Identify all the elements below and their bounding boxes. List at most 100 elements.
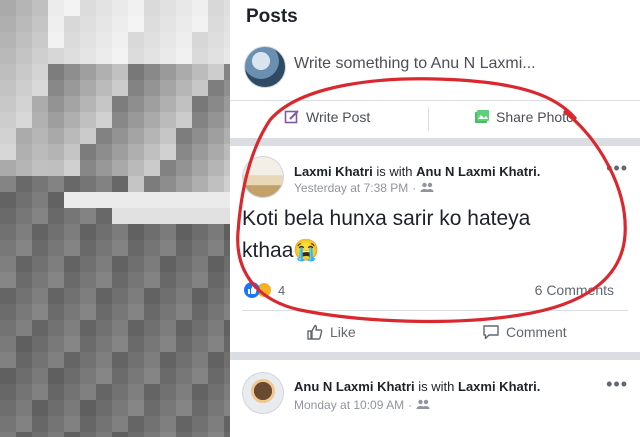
more-options-icon[interactable]: ••• (606, 374, 628, 395)
mosaic-tile (0, 208, 16, 224)
mosaic-tile (128, 16, 144, 32)
mosaic-tile (208, 432, 224, 437)
mosaic-tile (64, 208, 80, 224)
mosaic-tile (112, 80, 128, 96)
avatar[interactable] (242, 156, 284, 198)
mosaic-tile (80, 0, 96, 16)
mosaic-tile (96, 176, 112, 192)
mosaic-tile (32, 160, 48, 176)
mosaic-tile (0, 432, 16, 437)
post-composer[interactable]: Write something to Anu N Laxmi... (240, 42, 635, 92)
mosaic-tile (80, 368, 96, 384)
mosaic-tile (80, 128, 96, 144)
section-divider (230, 352, 640, 360)
mosaic-tile (128, 400, 144, 416)
write-post-button[interactable]: Write Post (284, 109, 370, 125)
share-photo-label: Share Photo (496, 109, 574, 125)
mosaic-tile (96, 240, 112, 256)
mosaic-tile (64, 416, 80, 432)
comments-count[interactable]: 6 Comments (535, 282, 614, 298)
mosaic-tile (16, 320, 32, 336)
mosaic-tile (32, 432, 48, 437)
mosaic-tile (128, 320, 144, 336)
mosaic-tile (80, 288, 96, 304)
mosaic-tile (144, 64, 160, 80)
mosaic-tile (80, 208, 96, 224)
mosaic-tile (208, 320, 224, 336)
like-button[interactable]: Like (306, 323, 356, 341)
mosaic-tile (48, 0, 64, 16)
mosaic-tile (112, 272, 128, 288)
mosaic-tile (112, 96, 128, 112)
mosaic-tile (112, 160, 128, 176)
reactions-summary[interactable]: 4 (244, 282, 285, 298)
mosaic-tile (208, 80, 224, 96)
mosaic-tile (208, 32, 224, 48)
mosaic-tile (144, 416, 160, 432)
mosaic-tile (128, 224, 144, 240)
mosaic-tile (48, 96, 64, 112)
mosaic-tile (128, 256, 144, 272)
mosaic-tile (144, 400, 160, 416)
friends-icon (420, 181, 434, 195)
mosaic-tile (32, 288, 48, 304)
mosaic-tile (96, 368, 112, 384)
mosaic-tile (160, 320, 176, 336)
mosaic-tile (48, 256, 64, 272)
mosaic-tile (208, 416, 224, 432)
mosaic-tile (16, 304, 32, 320)
post-body: Koti bela hunxa sarir ko hateya kthaa😭 (242, 203, 622, 267)
mosaic-tile (16, 192, 32, 208)
mosaic-tile (176, 256, 192, 272)
avatar[interactable] (242, 372, 284, 414)
composer-input[interactable]: Write something to Anu N Laxmi... (294, 55, 536, 73)
mosaic-tile (48, 416, 64, 432)
mosaic-tile (208, 112, 224, 128)
mosaic-tile (0, 16, 16, 32)
mosaic-tile (16, 368, 32, 384)
mosaic-tile (192, 320, 208, 336)
mosaic-tile (0, 144, 16, 160)
mosaic-tile (176, 288, 192, 304)
mosaic-tile (0, 304, 16, 320)
mosaic-tile (144, 176, 160, 192)
mosaic-tile (160, 304, 176, 320)
comment-button[interactable]: Comment (482, 323, 567, 341)
mosaic-tile (0, 48, 16, 64)
mosaic-tile (0, 272, 16, 288)
photo-icon (474, 109, 490, 125)
mosaic-tile (80, 240, 96, 256)
mosaic-tile (16, 112, 32, 128)
mosaic-tile (128, 240, 144, 256)
mosaic-tile (192, 144, 208, 160)
mosaic-tile (80, 352, 96, 368)
mosaic-tile (144, 0, 160, 16)
mosaic-tile (192, 160, 208, 176)
posts-feed: Posts Write something to Anu N Laxmi... … (230, 0, 640, 437)
mosaic-tile (208, 240, 224, 256)
tagged-name[interactable]: Anu N Laxmi Khatri. (416, 164, 540, 179)
tagged-name[interactable]: Laxmi Khatri. (458, 379, 540, 394)
more-options-icon[interactable]: ••• (606, 158, 628, 179)
mosaic-tile (208, 96, 224, 112)
mosaic-tile (32, 0, 48, 16)
mosaic-tile (112, 224, 128, 240)
author-name[interactable]: Laxmi Khatri (294, 164, 373, 179)
mosaic-tile (192, 16, 208, 32)
mosaic-tile (176, 320, 192, 336)
author-name[interactable]: Anu N Laxmi Khatri (294, 379, 415, 394)
mosaic-tile (192, 400, 208, 416)
mosaic-tile (160, 272, 176, 288)
mosaic-tile (208, 176, 224, 192)
mosaic-tile (208, 288, 224, 304)
mosaic-tile (208, 0, 224, 16)
mosaic-tile (128, 128, 144, 144)
mosaic-tile (112, 304, 128, 320)
mosaic-tile (176, 400, 192, 416)
mosaic-tile (112, 64, 128, 80)
mosaic-tile (208, 16, 224, 32)
mosaic-tile (128, 80, 144, 96)
post-timestamp[interactable]: Yesterday at 7:38 PM (294, 181, 408, 195)
share-photo-button[interactable]: Share Photo (474, 109, 574, 125)
post-timestamp[interactable]: Monday at 10:09 AM (294, 398, 404, 412)
